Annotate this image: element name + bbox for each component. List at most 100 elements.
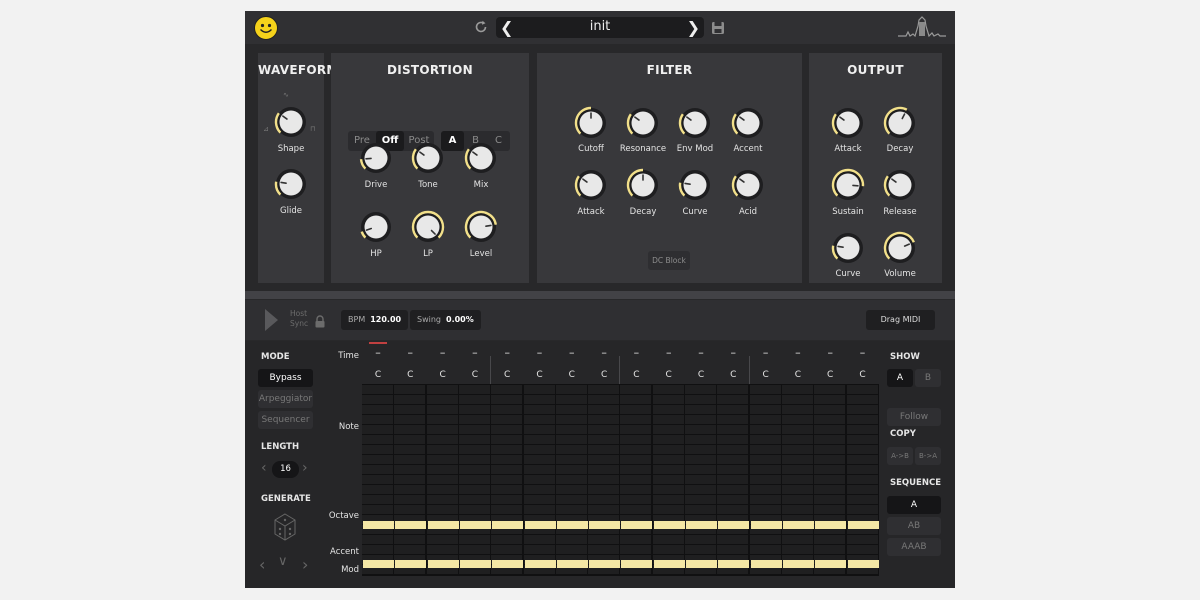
grid-cell[interactable] (620, 385, 652, 394)
grid-cell[interactable] (846, 495, 878, 504)
step-note[interactable]: C (394, 370, 426, 380)
octave-step-block[interactable] (847, 560, 879, 568)
grid-cell[interactable] (362, 425, 393, 434)
grid-cell[interactable] (846, 435, 878, 444)
grid-cell[interactable] (394, 495, 426, 504)
octave-step-block[interactable] (815, 560, 847, 568)
grid-cell[interactable] (394, 415, 426, 424)
grid-cell[interactable] (781, 435, 813, 444)
lp-knob[interactable] (411, 210, 445, 244)
grid-cell[interactable] (458, 395, 490, 404)
note-step-block[interactable] (524, 521, 556, 529)
copy-b-to-a-button[interactable]: B->A (915, 447, 941, 465)
acid-knob[interactable] (731, 168, 765, 202)
grid-cell[interactable] (814, 445, 846, 454)
grid-cell[interactable] (717, 545, 749, 554)
grid-cell[interactable] (491, 455, 523, 464)
grid-cell[interactable] (491, 445, 523, 454)
grid-cell[interactable] (717, 485, 749, 494)
mix-knob[interactable] (464, 141, 498, 175)
dice-icon[interactable] (273, 512, 297, 542)
grid-cell[interactable] (426, 535, 458, 544)
grid-cell[interactable] (426, 405, 458, 414)
grid-cell[interactable] (458, 495, 490, 504)
grid-cell[interactable] (394, 545, 426, 554)
grid-cell[interactable] (523, 385, 555, 394)
grid-cell[interactable] (717, 435, 749, 444)
length-decrease-icon[interactable]: ‹ (261, 460, 267, 476)
step-time[interactable]: – (782, 346, 814, 359)
grid-cell[interactable] (588, 535, 620, 544)
grid-cell[interactable] (426, 395, 458, 404)
step-time[interactable]: – (556, 346, 588, 359)
grid-cell[interactable] (781, 445, 813, 454)
grid-cell[interactable] (620, 425, 652, 434)
grid-cell[interactable] (555, 425, 587, 434)
grid-cell[interactable] (620, 455, 652, 464)
grid-cell[interactable] (362, 445, 393, 454)
grid-cell[interactable] (652, 445, 684, 454)
step-note[interactable]: C (814, 370, 846, 380)
grid-cell[interactable] (426, 505, 458, 514)
grid-cell[interactable] (426, 455, 458, 464)
grid-cell[interactable] (523, 505, 555, 514)
grid-cell[interactable] (394, 385, 426, 394)
grid-cell[interactable] (652, 435, 684, 444)
grid-cell[interactable] (491, 505, 523, 514)
dc-block-button[interactable]: DC Block (648, 251, 690, 270)
grid-cell[interactable] (620, 505, 652, 514)
grid-cell[interactable] (426, 435, 458, 444)
grid-cell[interactable] (555, 385, 587, 394)
grid-cell[interactable] (652, 495, 684, 504)
grid-cell[interactable] (814, 385, 846, 394)
note-step-block[interactable] (750, 521, 782, 529)
grid-cell[interactable] (846, 425, 878, 434)
grid-cell[interactable] (362, 475, 393, 484)
grid-cell[interactable] (685, 425, 716, 434)
grid-cell[interactable] (491, 405, 523, 414)
grid-cell[interactable] (814, 405, 846, 414)
note-step-block[interactable] (556, 521, 588, 529)
grid-cell[interactable] (523, 535, 555, 544)
step-time[interactable]: – (394, 346, 426, 359)
grid-cell[interactable] (491, 545, 523, 554)
grid-cell[interactable] (523, 455, 555, 464)
grid-cell[interactable] (491, 435, 523, 444)
grid-cell[interactable] (362, 545, 393, 554)
grid-cell[interactable] (491, 535, 523, 544)
grid-cell[interactable] (846, 415, 878, 424)
grid-cell[interactable] (588, 465, 620, 474)
grid-cell[interactable] (362, 505, 393, 514)
grid-cell[interactable] (426, 545, 458, 554)
level-knob[interactable] (464, 210, 498, 244)
grid-cell[interactable] (685, 455, 716, 464)
grid-cell[interactable] (781, 425, 813, 434)
grid-cell[interactable] (846, 455, 878, 464)
octave-step-block[interactable] (459, 560, 491, 568)
grid-cell[interactable] (781, 545, 813, 554)
grid-cell[interactable] (588, 385, 620, 394)
grid-cell[interactable] (523, 465, 555, 474)
step-note[interactable]: C (556, 370, 588, 380)
next-preset-icon[interactable]: ❯ (687, 18, 700, 37)
grid-cell[interactable] (846, 485, 878, 494)
grid-cell[interactable] (717, 495, 749, 504)
grid-cell[interactable] (458, 505, 490, 514)
grid-cell[interactable] (491, 415, 523, 424)
grid-cell[interactable] (394, 405, 426, 414)
grid-cell[interactable] (523, 485, 555, 494)
host-sync-toggle[interactable]: Host Sync (290, 309, 308, 329)
grid-cell[interactable] (717, 395, 749, 404)
grid-cell[interactable] (620, 545, 652, 554)
grid-cell[interactable] (749, 415, 781, 424)
grid-cell[interactable] (846, 405, 878, 414)
grid-cell[interactable] (685, 545, 716, 554)
octave-step-block[interactable] (718, 560, 750, 568)
reload-preset-icon[interactable] (473, 19, 489, 35)
grid-cell[interactable] (814, 435, 846, 444)
grid-cell[interactable] (362, 455, 393, 464)
note-step-block[interactable] (492, 521, 524, 529)
grid-cell[interactable] (652, 395, 684, 404)
env-mod-knob[interactable] (678, 106, 712, 140)
step-note[interactable]: C (362, 370, 394, 380)
